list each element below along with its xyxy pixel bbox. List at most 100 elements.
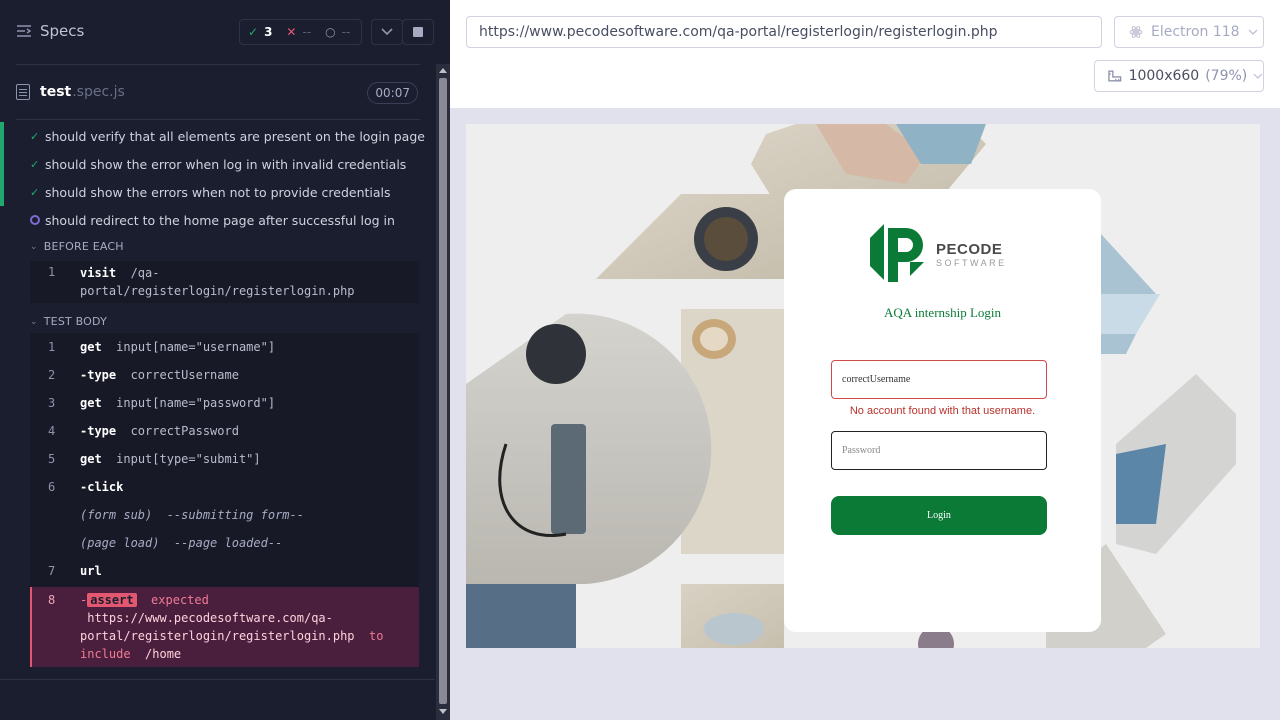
command-row[interactable]: 6 -click (30, 473, 419, 501)
passed-icon: ✓ (248, 25, 259, 39)
stop-button[interactable] (402, 19, 434, 45)
command-name: visit (80, 266, 117, 280)
test-title: should verify that all elements are pres… (45, 128, 425, 144)
test-title: should show the errors when not to provi… (45, 184, 391, 200)
event-message: --page loaded-- (173, 536, 283, 550)
test-body-label: TEST BODY (43, 315, 108, 328)
test-title: should show the error when log in with i… (45, 156, 407, 172)
specs-toggle-button[interactable]: Specs (16, 22, 84, 40)
command-body: -type correctPassword (80, 424, 411, 438)
command-name: get (80, 452, 102, 466)
viewport-info-button[interactable]: 1000x660 (79%) (1094, 60, 1264, 92)
test-body-section[interactable]: ⌄ TEST BODY (30, 315, 107, 328)
browser-selector[interactable]: Electron 118 (1114, 16, 1264, 48)
viewport-scale: (79%) (1205, 68, 1248, 84)
passed-check-icon: ✓ (30, 129, 40, 143)
divider (0, 679, 435, 680)
command-body: -type correctUsername (80, 368, 411, 382)
command-name: get (80, 396, 102, 410)
assert-include: include (80, 647, 131, 661)
scroll-down-icon[interactable] (439, 709, 447, 714)
test-title: should redirect to the home page after s… (45, 212, 395, 228)
command-row[interactable]: (page load) --page loaded-- (30, 529, 419, 557)
command-body: get input[name="username"] (80, 340, 411, 354)
command-number: 8 (48, 593, 56, 607)
command-row[interactable]: 7 url (30, 557, 419, 585)
spec-file-name[interactable]: test (40, 84, 71, 100)
reporter-header: Specs ✓ 3 ✕ -- ○ -- (0, 0, 435, 64)
command-row[interactable]: 2 -type correctUsername (30, 361, 419, 389)
command-arg: correctPassword (130, 424, 239, 438)
username-error-message: No account found with that username. (849, 405, 1036, 417)
assert-url-part1: https://www.pecodesoftware.com/qa- (87, 611, 333, 625)
chevron-down-icon: ⌄ (30, 316, 38, 327)
logo-word: PECODE (936, 240, 1003, 258)
command-name: get (80, 340, 102, 354)
command-arg: input[name="username"] (116, 340, 276, 354)
password-input[interactable]: Password (831, 431, 1047, 470)
login-title: AQA internship Login (884, 305, 1001, 320)
login-card: PECODE SOFTWARE AQA internship Login cor… (784, 189, 1101, 632)
command-row[interactable]: 1 visit /qa- portal/registerlogin/regist… (30, 261, 419, 303)
ruler-icon (1108, 70, 1122, 82)
login-button[interactable]: Login (831, 496, 1047, 535)
running-spinner-icon (30, 215, 40, 225)
scrollbar-thumb[interactable] (439, 78, 447, 704)
spec-duration: 00:07 (367, 82, 418, 104)
command-body: (page load) --page loaded-- (80, 536, 411, 550)
chevron-down-icon (1248, 29, 1258, 35)
command-row[interactable]: (form sub) --submitting form-- (30, 501, 419, 529)
command-body: url (80, 564, 411, 578)
auto-scroll-button[interactable] (371, 19, 403, 45)
event-name: (page load) (80, 536, 160, 550)
before-each-section[interactable]: ⌄ BEFORE EACH (30, 240, 124, 253)
url-bar[interactable]: https://www.pecodesoftware.com/qa-portal… (466, 16, 1102, 48)
pending-icon: ○ (325, 25, 336, 39)
command-number: 5 (48, 452, 56, 466)
command-number: 1 (48, 265, 56, 279)
before-each-commands: 1 visit /qa- portal/registerlogin/regist… (30, 261, 419, 303)
test-body-commands: 1 get input[name="username"] 2 -type cor… (30, 333, 419, 587)
spec-file-header: test .spec.js 00:07 (16, 64, 420, 120)
assert-target: /home (145, 647, 182, 661)
command-number: 3 (48, 396, 56, 410)
command-name: -type (80, 368, 117, 382)
logo-sub: SOFTWARE (936, 257, 1007, 268)
failed-icon: ✕ (286, 25, 297, 39)
username-input[interactable]: correctUsername (831, 360, 1047, 399)
passed-count: 3 (264, 25, 273, 39)
reporter-scrollbar[interactable] (436, 64, 450, 720)
scroll-up-icon[interactable] (439, 68, 447, 73)
command-body: get input[name="password"] (80, 396, 411, 410)
assert-to: to (369, 629, 384, 643)
test-item-running[interactable]: should redirect to the home page after s… (0, 206, 435, 234)
aut-header: https://www.pecodesoftware.com/qa-portal… (450, 0, 1280, 108)
electron-icon (1129, 26, 1143, 38)
command-arg: input[name="password"] (116, 396, 276, 410)
command-row[interactable]: 3 get input[name="password"] (30, 389, 419, 417)
specs-label: Specs (40, 22, 85, 40)
command-body: visit /qa- portal/registerlogin/register… (80, 264, 411, 300)
spec-file-ext: .spec.js (72, 84, 125, 100)
command-row[interactable]: 5 get input[type="submit"] (30, 445, 419, 473)
command-row[interactable]: 1 get input[name="username"] (30, 333, 419, 361)
app-iframe: PECODE SOFTWARE AQA internship Login cor… (466, 124, 1260, 648)
command-row[interactable]: 4 -type correctPassword (30, 417, 419, 445)
test-item[interactable]: ✓ should show the errors when not to pro… (0, 178, 435, 206)
command-number: 2 (48, 368, 56, 382)
failed-count: -- (302, 25, 312, 39)
viewport-size: 1000x660 (1128, 68, 1200, 84)
pecode-logo: PECODE SOFTWARE (866, 222, 1007, 286)
command-number: 6 (48, 480, 56, 494)
logo-text: PECODE SOFTWARE (936, 241, 1007, 268)
test-item[interactable]: ✓ should show the error when log in with… (0, 150, 435, 178)
cypress-reporter: Specs ✓ 3 ✕ -- ○ -- test .spec.js 00:07 … (0, 0, 450, 720)
passed-check-icon: ✓ (30, 157, 40, 171)
test-item[interactable]: ✓ should verify that all elements are pr… (0, 122, 435, 150)
stop-icon (413, 27, 423, 37)
assert-expected: expected (151, 593, 209, 607)
test-list: ✓ should verify that all elements are pr… (0, 122, 435, 234)
chevron-down-icon (1253, 73, 1263, 79)
failed-assert-row[interactable]: 8 - assert expected https://www.pecodesof… (30, 587, 419, 667)
event-message: --submitting form-- (166, 508, 304, 522)
